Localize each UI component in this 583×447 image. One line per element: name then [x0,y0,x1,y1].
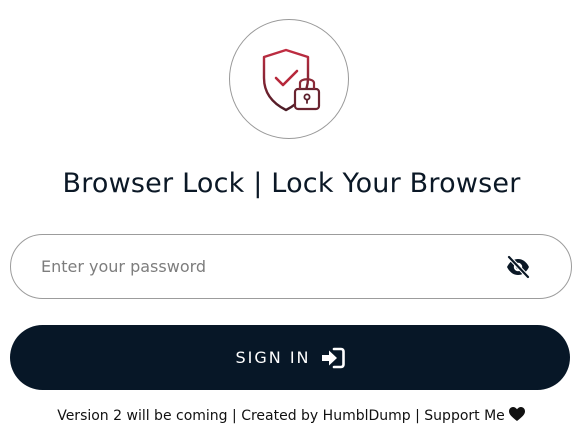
footer-separator: | [227,408,242,424]
password-input[interactable] [41,235,481,298]
author-link[interactable]: HumblDump [323,408,411,424]
footer-separator: | [410,408,425,424]
login-page: Browser Lock | Lock Your Browser SIGN IN… [0,0,583,447]
password-field-wrapper [10,234,572,299]
sign-in-icon [321,347,345,368]
footer: Version 2 will be coming | Created by Hu… [0,406,583,424]
created-by-prefix: Created by [241,408,323,424]
heart-icon [508,407,525,421]
shield-check-lock-icon [262,48,321,112]
sign-in-label: SIGN IN [235,348,311,367]
version-note: Version 2 will be coming [57,408,228,424]
logo-badge [229,19,349,139]
eye-slash-icon[interactable] [505,254,531,280]
page-title: Browser Lock | Lock Your Browser [62,168,521,199]
sign-in-button[interactable]: SIGN IN [10,325,570,390]
support-link[interactable]: Support Me [424,408,505,424]
